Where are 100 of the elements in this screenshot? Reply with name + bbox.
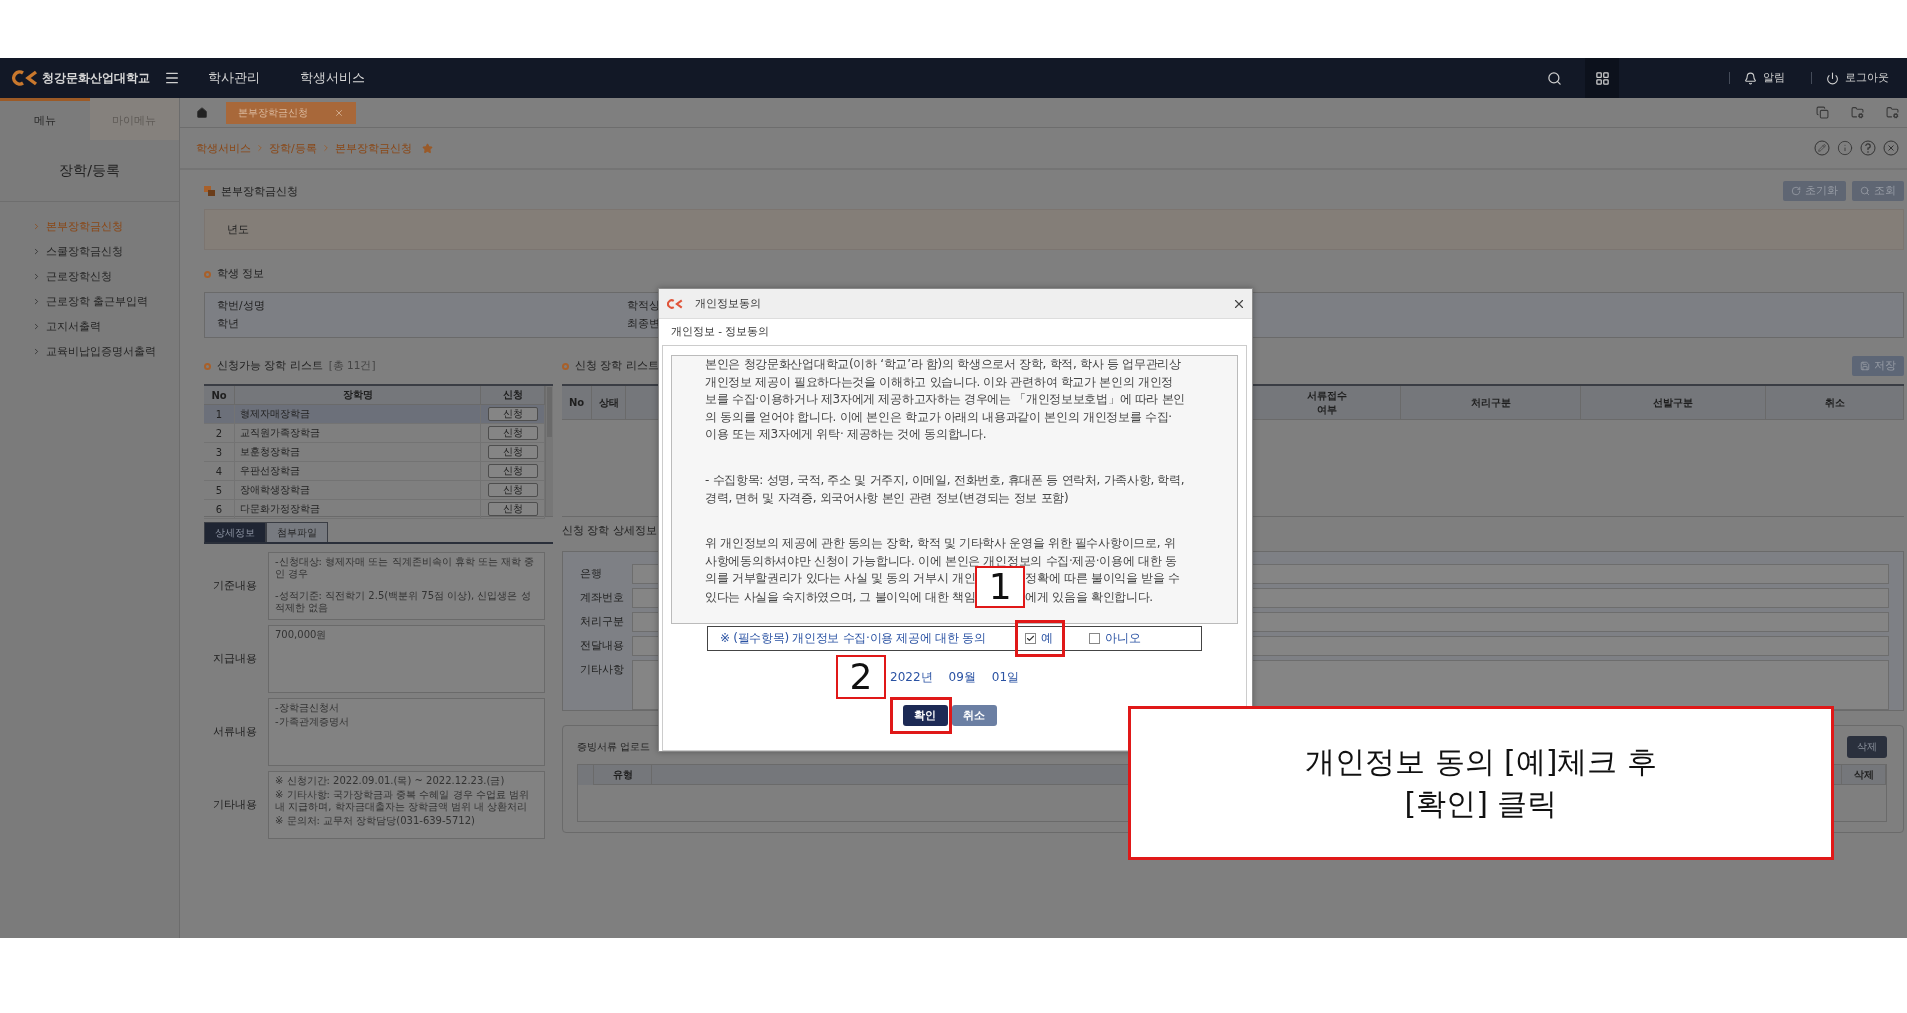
field-label: 지급내용 <box>213 652 257 666</box>
text-area[interactable]: 700,000원 <box>268 625 545 693</box>
chevron-right-icon <box>32 297 41 306</box>
detail-text: -장학금신청서 <box>275 702 340 714</box>
apply-button[interactable]: 신청 <box>487 445 538 459</box>
checkbox-option[interactable]: 예 <box>1025 630 1054 647</box>
count-text: [총 11건] <box>328 359 376 373</box>
folder-settings-icon[interactable] <box>1886 106 1899 119</box>
field-label: 기타내용 <box>213 798 257 812</box>
table-cell: 6 <box>204 500 235 519</box>
nav-action-link[interactable]: 알림 <box>1744 71 1785 85</box>
column-header: 장학명 <box>235 386 481 405</box>
field-label: 계좌번호 <box>580 591 625 605</box>
edit-icon[interactable] <box>1814 140 1830 156</box>
info-icon[interactable] <box>1837 140 1853 156</box>
column-header: 삭제 <box>1842 765 1886 785</box>
detail-text: -신청대상: 형제자매 또는 직계존비속이 휴학 또는 재학 중인 경우 <box>275 556 536 580</box>
date-text: 2022년 <box>890 668 933 686</box>
chevron-right-icon <box>255 143 265 153</box>
table-cell: 2 <box>204 424 235 443</box>
table-cell: 3 <box>204 443 235 462</box>
checkbox[interactable] <box>1025 633 1037 644</box>
home-icon[interactable] <box>196 106 208 119</box>
dialog-button[interactable]: 취소 <box>951 705 997 726</box>
sidebar-item[interactable]: 스쿨장학금신청 <box>0 239 179 264</box>
consent-text-line: 개인정보 제공이 필요하다는것을 이해하고 있습니다. 이와 관련하여 학교가 본인의 개인정 <box>705 373 1175 391</box>
column-header: No <box>562 386 592 420</box>
detail-text: -성적기준: 직전학기 2.5(백분위 75점 이상), 신입생은 성적제한 없음 <box>275 590 532 614</box>
apply-button[interactable]: 신청 <box>487 426 538 440</box>
nav-menu-link[interactable]: 학사관리 <box>208 69 260 87</box>
apply-button[interactable]: 신청 <box>487 464 538 478</box>
consent-text-line: 있다는 사실을 숙지하였으며, 그 불이익에 대한 책임 <box>705 589 976 607</box>
section-heading: 신청 장학 상세정보 <box>562 524 657 538</box>
sidebar-item[interactable]: 근로장학신청 <box>0 264 179 289</box>
document-tab[interactable]: 본부장학금신청 <box>226 101 356 124</box>
bell-icon <box>1744 71 1757 85</box>
apply-button[interactable]: 신청 <box>487 502 538 516</box>
dialog-button[interactable]: 확인 <box>902 705 948 726</box>
table-cell: 1 <box>204 405 235 424</box>
field-label: 최종변 <box>627 317 660 331</box>
detail-text: -가족관계증명서 <box>275 716 350 728</box>
field-label: 학적상 <box>627 299 660 313</box>
section-heading: 신청 장학 리스트 <box>575 359 659 373</box>
sidebar-item[interactable]: 근로장학 출근부입력 <box>0 289 179 314</box>
check-icon <box>1026 634 1036 643</box>
chevron-right-icon <box>32 222 41 231</box>
instruction-text: [확인] 클릭 <box>1404 785 1558 823</box>
help-icon[interactable] <box>1860 140 1876 156</box>
window-icon[interactable] <box>1816 106 1829 119</box>
star-icon[interactable] <box>421 142 433 154</box>
text-area[interactable]: -장학금신청서 -가족관계증명서 <box>268 698 545 766</box>
bullet-icon <box>562 362 569 370</box>
detail-text: 700,000원 <box>275 629 328 641</box>
apply-button[interactable]: 신청 <box>487 483 538 497</box>
nav-menu-link[interactable]: 학생서비스 <box>300 69 365 87</box>
table-cell[interactable]: 다문화가정장학금 <box>235 500 481 519</box>
table-cell[interactable]: 보훈청장학금 <box>235 443 481 462</box>
delete-button[interactable]: 삭제 <box>1847 736 1887 758</box>
consent-text-line: 이용 또는 제3자에게 위탁· 제공하는 것에 동의합니다. <box>705 426 988 444</box>
menu-icon[interactable] <box>164 70 180 86</box>
field-label: 처리구분 <box>580 615 625 629</box>
column-header: 유형 <box>594 765 652 785</box>
table-cell[interactable]: 우판선장학금 <box>235 462 481 481</box>
power-icon <box>1826 71 1839 85</box>
field-label: 은행 <box>580 567 603 581</box>
chevron-right-icon <box>32 347 41 356</box>
text-area[interactable]: ※ 신청기간: 2022.09.01.(목) ~ 2022.12.23.(금) ※ 기타사항: 국가장학금과 중복 수혜일 경우 수업료 범위 내 지급하며, 학자금대출자는 장학금액 범위 내 상환처리 ※ 문의처: 교무처 장학담당(031-639-5712) <box>268 771 545 839</box>
chevron-right-icon <box>32 272 41 281</box>
detail-tab[interactable]: 첨부파일 <box>266 522 328 542</box>
sidebar-item[interactable]: 교육비납입증명서출력 <box>0 339 179 364</box>
consent-text-line: 정확에 따른 불이익을 받을 수 <box>1025 570 1180 588</box>
sidebar-title: 장학/등록 <box>0 140 179 202</box>
folder-settings-icon[interactable] <box>1851 106 1864 119</box>
table-cell[interactable]: 교직원가족장학금 <box>235 424 481 443</box>
chevron-right-icon <box>32 247 41 256</box>
nav-action-link[interactable]: 로그아웃 <box>1826 71 1889 85</box>
checkbox[interactable] <box>1089 633 1101 644</box>
apply-button[interactable]: 신청 <box>487 407 538 421</box>
refresh-icon <box>1791 186 1801 196</box>
column-header: 취소 <box>1766 386 1904 420</box>
field-label: 년도 <box>227 222 249 237</box>
consent-text-line: 의 동의를 얻어야 합니다. 이에 본인은 학교가 아래의 내용과같이 본인의 개인정보를 수집· <box>705 408 1173 426</box>
text-area[interactable]: -신청대상: 형제자매 또는 직계존비속이 휴학 또는 재학 중인 경우 -성적기준: 직전학기 2.5(백분위 75점 이상), 신입생은 성적제한 없음 <box>268 552 545 620</box>
sidebar-item[interactable]: 고지서출력 <box>0 314 179 339</box>
checkbox-option[interactable]: 아니오 <box>1089 630 1142 647</box>
consent-text-line: - 수집항목: 성명, 국적, 주소 및 거주지, 이메일, 전화번호, 휴대폰 등 연락처, 가족사항, 학력, <box>705 471 1186 489</box>
consent-text-line: 본인은 청강문화산업대학교(이하 ‘학교’라 함)의 학생으로서 장학, 학적, 학사 등 업무관리상 <box>705 356 1182 373</box>
section-heading: 신청가능 장학 리스트 <box>217 359 323 373</box>
save-icon <box>1860 361 1870 371</box>
table-cell[interactable]: 장애학생장학금 <box>235 481 481 500</box>
detail-tab[interactable]: 상세정보 <box>204 522 266 542</box>
field-label: 학년 <box>217 317 239 331</box>
logo-icon <box>12 70 38 86</box>
consent-text-line: 의를 거부할권리가 있다는 사실 및 동의 거부시 개인 <box>705 570 976 588</box>
table-cell: 5 <box>204 481 235 500</box>
table-cell[interactable]: 형제자매장학금 <box>235 405 481 424</box>
grid-icon[interactable] <box>1585 58 1619 98</box>
field-label: 기준내용 <box>213 579 257 593</box>
bullet-icon <box>204 362 211 370</box>
section-heading: 학생 정보 <box>217 267 265 281</box>
